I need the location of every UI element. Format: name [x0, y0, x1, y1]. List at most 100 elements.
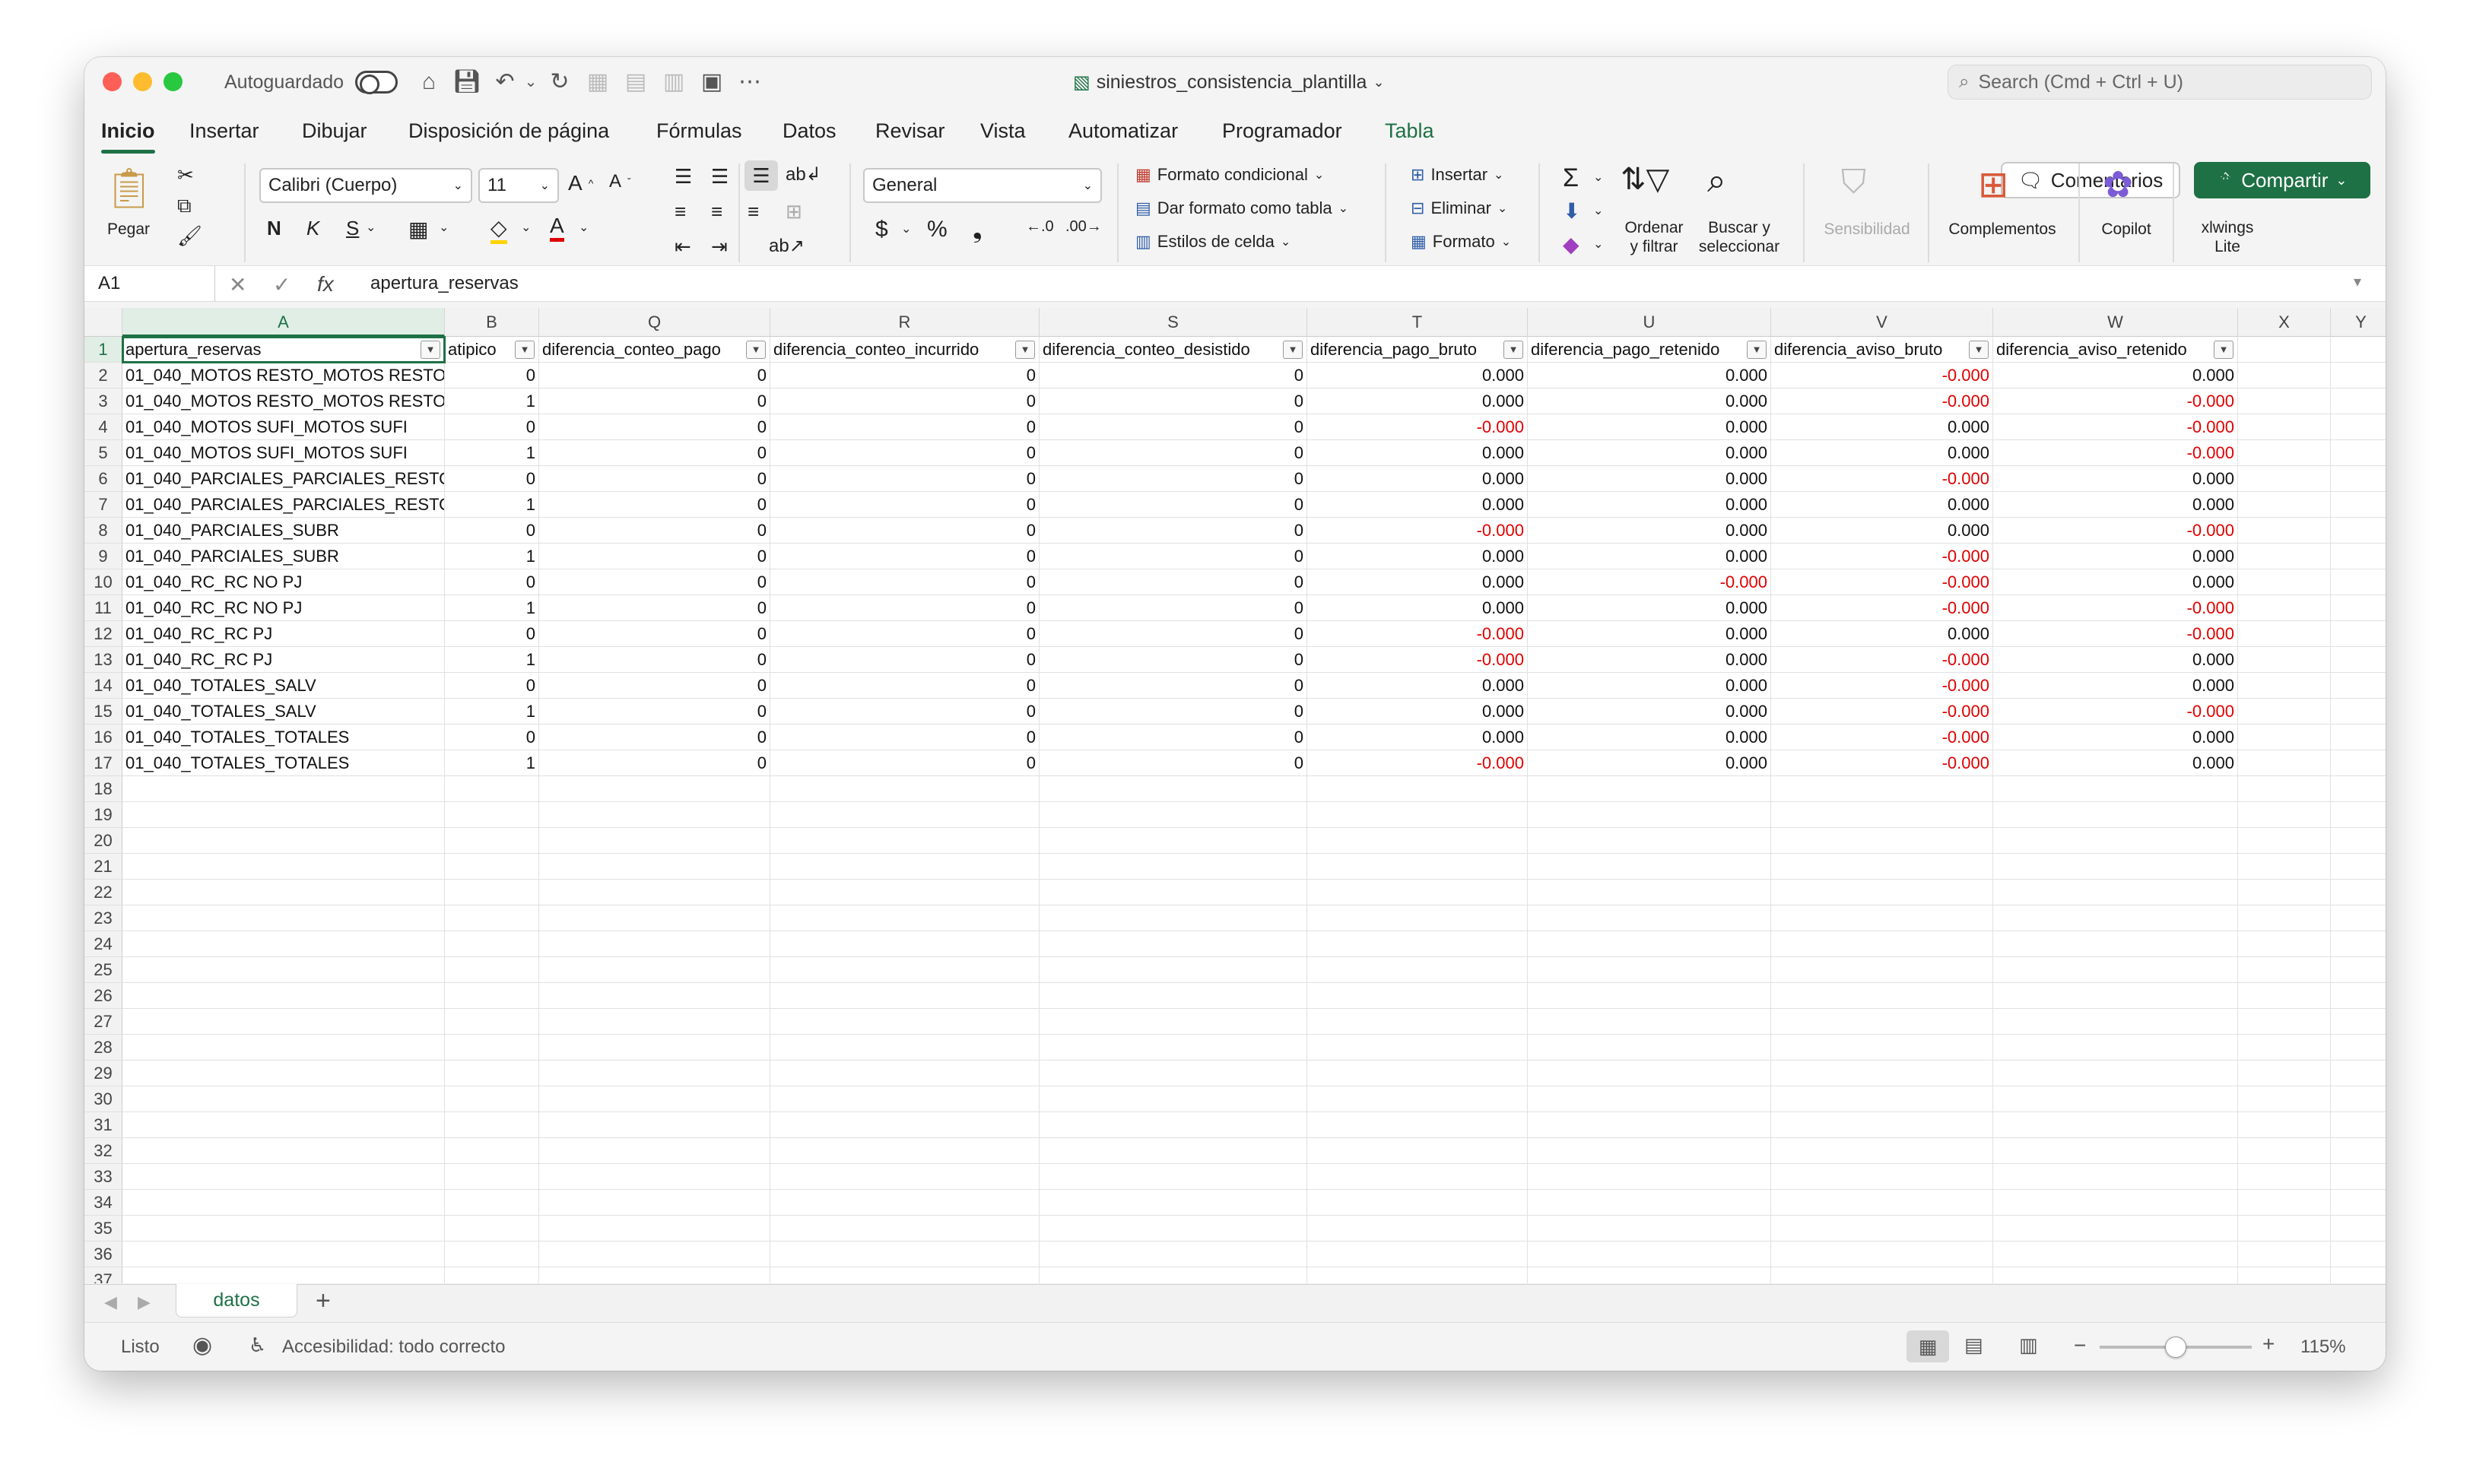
- table-cell[interactable]: [2238, 1164, 2331, 1190]
- table-cell[interactable]: [2331, 983, 2386, 1009]
- table-cell[interactable]: [2238, 931, 2331, 957]
- table-cell[interactable]: [2331, 699, 2386, 725]
- table-cell[interactable]: [539, 1267, 770, 1283]
- table-cell[interactable]: [539, 802, 770, 828]
- row-header[interactable]: 30: [84, 1086, 122, 1112]
- table-cell[interactable]: [1993, 854, 2238, 880]
- table-cell[interactable]: [1993, 1190, 2238, 1216]
- table-cell[interactable]: [445, 1061, 539, 1086]
- table-cell[interactable]: [770, 1190, 1040, 1216]
- decrease-font-icon[interactable]: Aˇ: [609, 171, 631, 192]
- table-cell[interactable]: [539, 1241, 770, 1267]
- table-cell[interactable]: [1993, 1086, 2238, 1112]
- table-cell[interactable]: [1040, 1267, 1307, 1283]
- more-icon[interactable]: ⋯: [735, 68, 764, 97]
- table-cell[interactable]: 0: [445, 725, 539, 750]
- row-header[interactable]: 33: [84, 1164, 122, 1190]
- table-cell[interactable]: [2331, 1035, 2386, 1061]
- table-cell[interactable]: 1: [445, 647, 539, 673]
- table-cell[interactable]: [1307, 828, 1528, 854]
- page-break-icon[interactable]: ▥: [2019, 1333, 2038, 1357]
- table-cell[interactable]: [539, 1112, 770, 1138]
- zoom-window-button[interactable]: [164, 72, 183, 91]
- table-cell[interactable]: [770, 776, 1040, 802]
- table-cell[interactable]: 0.000: [1528, 647, 1771, 673]
- row-header[interactable]: 26: [84, 983, 122, 1009]
- table-cell[interactable]: [1528, 957, 1771, 983]
- table-cell[interactable]: [1528, 1112, 1771, 1138]
- table-cell[interactable]: [1040, 1112, 1307, 1138]
- table-cell[interactable]: [2331, 1267, 2386, 1283]
- align-right-icon[interactable]: ≡: [748, 200, 759, 224]
- table-cell[interactable]: [539, 983, 770, 1009]
- table-cell[interactable]: [122, 1112, 445, 1138]
- table-cell[interactable]: [1307, 1009, 1528, 1035]
- table-cell[interactable]: -0.000: [1771, 647, 1993, 673]
- row-header[interactable]: 27: [84, 1009, 122, 1035]
- table-cell[interactable]: [122, 1241, 445, 1267]
- table-cell[interactable]: [2238, 363, 2331, 388]
- prev-sheet-icon[interactable]: ◀: [104, 1292, 117, 1312]
- table-cell[interactable]: 0: [445, 363, 539, 388]
- table-cell[interactable]: [539, 1216, 770, 1241]
- underline-button[interactable]: S: [346, 217, 359, 240]
- table-cell[interactable]: [770, 1216, 1040, 1241]
- table-cell[interactable]: [1771, 828, 1993, 854]
- table-cell[interactable]: [2238, 647, 2331, 673]
- table-cell[interactable]: [2331, 725, 2386, 750]
- table-cell[interactable]: [1040, 1035, 1307, 1061]
- format-painter-icon[interactable]: 🖌︎: [177, 224, 202, 248]
- table-cell[interactable]: [1993, 828, 2238, 854]
- column-header-a[interactable]: A: [122, 308, 445, 337]
- table-cell[interactable]: [122, 880, 445, 905]
- table-cell[interactable]: [122, 1138, 445, 1164]
- table-header-cell[interactable]: diferencia_pago_bruto: [1307, 337, 1528, 363]
- table-cell[interactable]: [770, 880, 1040, 905]
- table-cell[interactable]: [2238, 1190, 2331, 1216]
- table-cell[interactable]: 01_040_PARCIALES_PARCIALES_RESTO: [122, 466, 445, 492]
- table-cell[interactable]: [1771, 1164, 1993, 1190]
- table-cell[interactable]: 01_040_MOTOS RESTO_MOTOS RESTO: [122, 363, 445, 388]
- table-cell[interactable]: 0: [1040, 750, 1307, 776]
- table-cell[interactable]: [539, 1086, 770, 1112]
- table-cell[interactable]: 0: [539, 388, 770, 414]
- number-format-select[interactable]: General ⌄: [863, 168, 1102, 203]
- table-cell[interactable]: [1993, 1061, 2238, 1086]
- fill-icon[interactable]: ⬇: [1563, 198, 1580, 224]
- table-header-cell[interactable]: diferencia_conteo_desistido: [1040, 337, 1307, 363]
- table-cell[interactable]: 0: [770, 363, 1040, 388]
- table-cell[interactable]: [1307, 1267, 1528, 1283]
- table-cell[interactable]: 0: [539, 492, 770, 518]
- table-cell[interactable]: 01_040_TOTALES_TOTALES: [122, 750, 445, 776]
- addins-icon[interactable]: ⊞: [1978, 163, 2008, 206]
- chevron-down-icon[interactable]: ⌄: [1593, 203, 1603, 218]
- table-cell[interactable]: [1993, 905, 2238, 931]
- add-sheet-icon[interactable]: +: [316, 1286, 331, 1316]
- table-cell[interactable]: [2331, 492, 2386, 518]
- table-cell[interactable]: [2238, 699, 2331, 725]
- font-color-icon[interactable]: A: [550, 214, 564, 242]
- row-header[interactable]: 3: [84, 388, 122, 414]
- table-cell[interactable]: -0.000: [1307, 647, 1528, 673]
- table-cell[interactable]: [1307, 1061, 1528, 1086]
- table-cell[interactable]: [1307, 957, 1528, 983]
- table-cell[interactable]: 0.000: [1771, 518, 1993, 544]
- table-cell[interactable]: [539, 1190, 770, 1216]
- table-cell[interactable]: [2331, 1086, 2386, 1112]
- table-cell[interactable]: [2331, 647, 2386, 673]
- tab-disposicion[interactable]: Disposición de página: [408, 119, 609, 143]
- table-cell[interactable]: -0.000: [1993, 414, 2238, 440]
- table-cell[interactable]: 0: [1040, 569, 1307, 595]
- table-cell[interactable]: [1771, 905, 1993, 931]
- table-cell[interactable]: 0: [770, 544, 1040, 569]
- table-cell[interactable]: [1771, 1061, 1993, 1086]
- table-cell[interactable]: [770, 957, 1040, 983]
- addins-label[interactable]: Complementos: [1940, 220, 2065, 239]
- row-header[interactable]: 17: [84, 750, 122, 776]
- table-cell[interactable]: [122, 983, 445, 1009]
- table-cell[interactable]: [2238, 595, 2331, 621]
- table-cell[interactable]: [1040, 905, 1307, 931]
- table-cell[interactable]: [1307, 802, 1528, 828]
- table-header-cell[interactable]: diferencia_conteo_pago: [539, 337, 770, 363]
- table-cell[interactable]: 01_040_MOTOS RESTO_MOTOS RESTO: [122, 388, 445, 414]
